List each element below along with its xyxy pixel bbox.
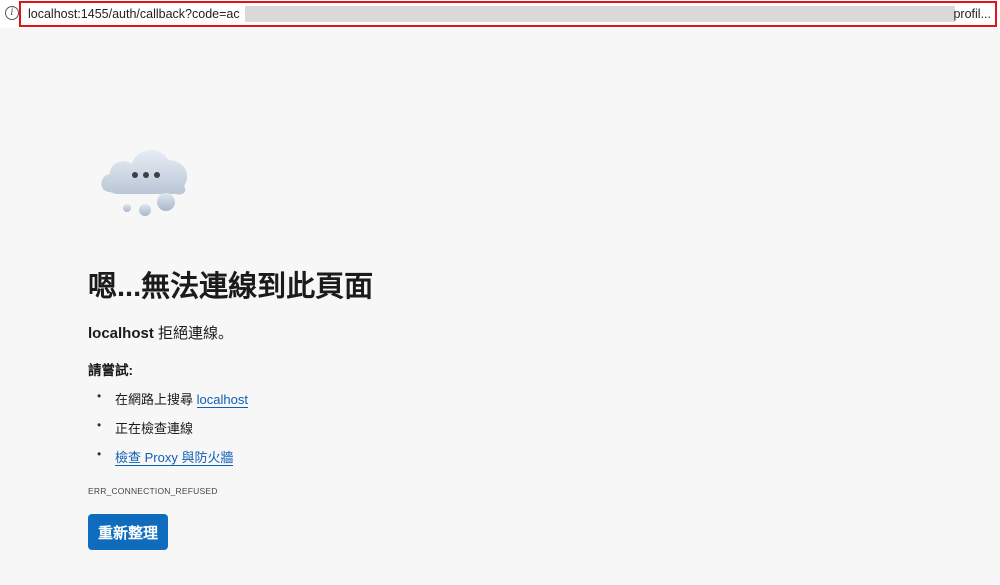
info-icon[interactable]: i (5, 6, 19, 20)
refused-message: localhost 拒絕連線。 (88, 322, 233, 343)
url-redacted-segment (245, 6, 955, 22)
suggestion-list: 在網路上搜尋 localhost 正在檢查連線 檢查 Proxy 與防火牆 (97, 389, 248, 476)
search-localhost-link[interactable]: localhost (196, 392, 248, 408)
url-text: localhost:1455/auth/callback?code=ac (28, 7, 240, 21)
list-item: 正在檢查連線 (97, 418, 248, 447)
error-code: ERR_CONNECTION_REFUSED (88, 486, 218, 496)
check-proxy-firewall-link[interactable]: 檢查 Proxy 與防火牆 (115, 450, 234, 466)
checking-connection-text: 正在檢查連線 (115, 421, 194, 436)
cloud-icon (101, 149, 188, 216)
reload-button[interactable]: 重新整理 (88, 514, 168, 550)
refused-text: 拒絕連線。 (153, 325, 234, 342)
list-item: 檢查 Proxy 與防火牆 (97, 447, 248, 476)
url-tail-text: profil... (953, 7, 991, 21)
browser-toolbar: i localhost:1455/auth/callback?code=ac p… (0, 0, 1000, 28)
address-bar[interactable]: localhost:1455/auth/callback?code=ac pro… (19, 1, 997, 27)
search-suggestion-text: 在網路上搜尋 (115, 392, 197, 407)
list-item: 在網路上搜尋 localhost (97, 389, 248, 418)
host-name: localhost (88, 325, 154, 342)
error-title: 嗯...無法連線到此頁面 (88, 271, 374, 303)
try-label: 請嘗試: (88, 363, 133, 378)
